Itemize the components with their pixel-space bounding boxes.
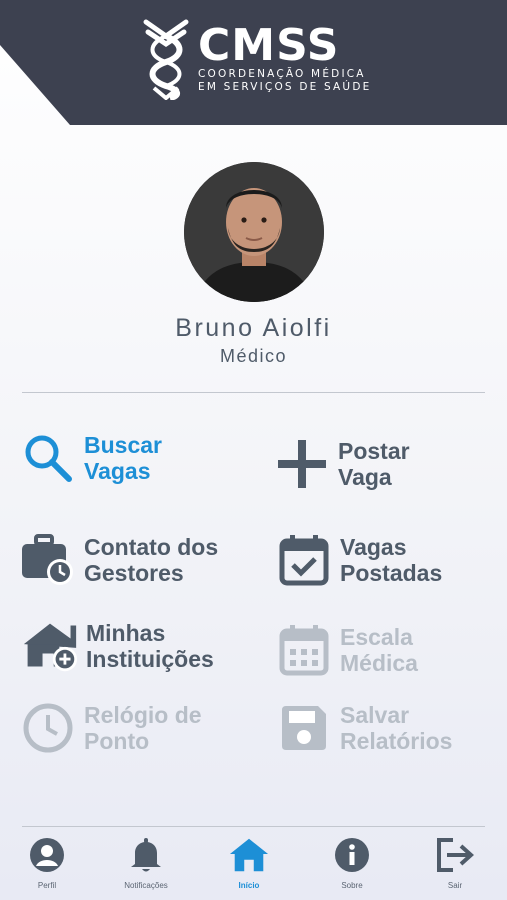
- menu-label: Minhas Instituições: [86, 620, 214, 672]
- menu-vagas-postadas[interactable]: Vagas Postadas: [276, 532, 470, 588]
- tab-label: Início: [238, 881, 260, 890]
- app-header: CMSS COORDENAÇÃO MÉDICA EM SERVIÇOS DE S…: [0, 0, 507, 125]
- tab-label: Notificações: [124, 881, 168, 890]
- menu-label: Escala Médica: [340, 624, 418, 676]
- menu-label: Buscar Vagas: [84, 432, 162, 484]
- brand-subtitle-1: COORDENAÇÃO MÉDICA: [198, 68, 366, 80]
- profile-role: Médico: [219, 346, 288, 366]
- menu-minhas-instituicoes[interactable]: Minhas Instituições: [22, 618, 246, 674]
- menu-label: Vagas Postadas: [340, 534, 443, 586]
- profile-avatar[interactable]: [184, 162, 324, 302]
- info-icon: [332, 835, 372, 875]
- calendar-check-icon: [276, 532, 332, 588]
- menu-label: Relógio de Ponto: [84, 702, 202, 754]
- menu-relogio-ponto[interactable]: Relógio de Ponto: [20, 700, 214, 756]
- brand-subtitle-2: EM SERVIÇOS DE SAÚDE: [198, 81, 372, 93]
- clock-icon: [20, 700, 76, 756]
- menu-salvar-relatorios[interactable]: Salvar Relatórios: [276, 700, 480, 756]
- menu-label: Postar Vaga: [338, 438, 410, 490]
- brand-name: CMSS: [198, 20, 340, 71]
- menu-label: Salvar Relatórios: [340, 702, 453, 754]
- profile-name: Bruno Aiolfi: [175, 314, 332, 342]
- caduceus-logo-icon: [143, 19, 189, 100]
- plus-icon: [274, 436, 330, 492]
- tab-label: Sair: [447, 881, 463, 890]
- cmss-logo: CMSS COORDENAÇÃO MÉDICA EM SERVIÇOS DE S…: [140, 18, 371, 100]
- tab-label: Sobre: [341, 881, 363, 890]
- house-add-icon: [22, 618, 78, 674]
- user-circle-icon: [27, 835, 67, 875]
- tab-sair[interactable]: Sair: [415, 835, 495, 890]
- divider-top: [22, 392, 485, 393]
- calendar-grid-icon: [276, 622, 332, 678]
- menu-contato-gestores[interactable]: Contato dos Gestores: [20, 532, 249, 588]
- floppy-disk-icon: [276, 700, 332, 756]
- tab-label: Perfil: [37, 881, 57, 890]
- tab-sobre[interactable]: Sobre: [312, 835, 392, 890]
- logout-icon: [435, 835, 475, 875]
- menu-postar-vaga[interactable]: Postar Vaga: [274, 436, 458, 492]
- home-icon: [229, 835, 269, 875]
- bottom-tab-bar: Perfil Notificações Início Sobre Sair: [0, 827, 507, 900]
- tab-perfil[interactable]: Perfil: [7, 835, 87, 890]
- briefcase-clock-icon: [20, 532, 76, 588]
- tab-inicio[interactable]: Início: [209, 835, 289, 890]
- menu-escala-medica[interactable]: Escala Médica: [276, 622, 450, 678]
- bell-icon: [126, 835, 166, 875]
- tab-notificacoes[interactable]: Notificações: [106, 835, 186, 890]
- search-icon: [20, 430, 76, 486]
- menu-label: Contato dos Gestores: [84, 534, 219, 586]
- menu-buscar-vagas[interactable]: Buscar Vagas: [20, 430, 204, 486]
- profile-photo: [184, 162, 324, 302]
